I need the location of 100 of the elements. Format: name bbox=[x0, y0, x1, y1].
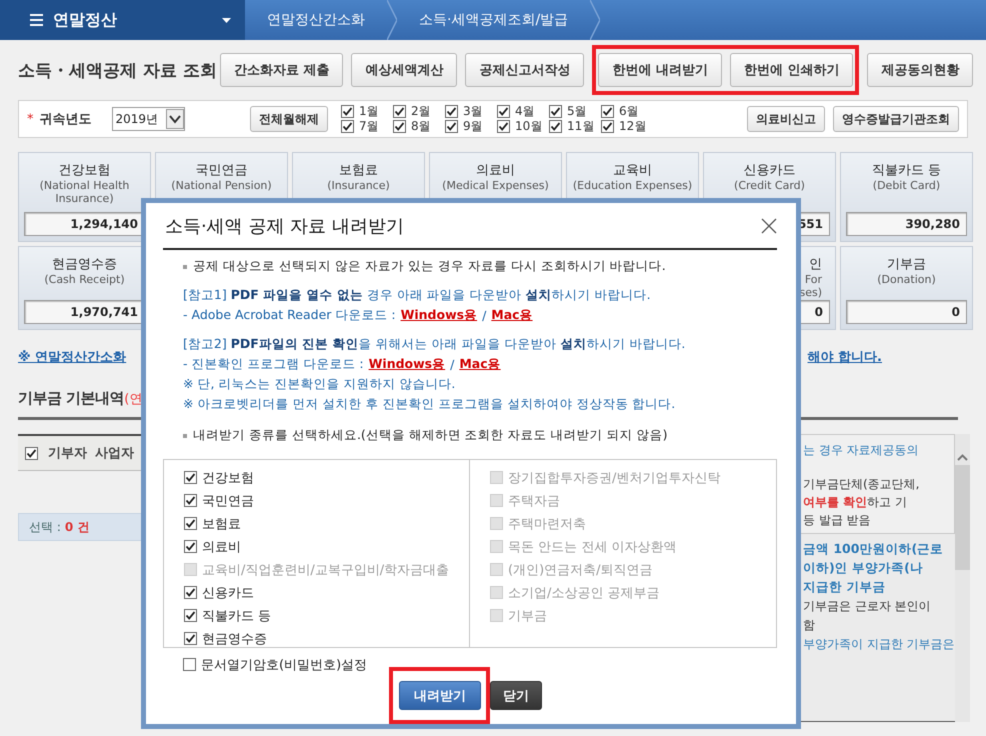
dialog-notice: 공제 대상으로 선택되지 않은 자료가 있는 경우 자료를 다시 조회하시기 바랍니다. bbox=[193, 258, 666, 275]
download-label: - 진본확인 프로그램 다운로드 : bbox=[183, 356, 364, 373]
reference-note: ※ 단, 리눅스는 진본확인을 지원하지 않습니다. bbox=[183, 376, 456, 393]
card-subtitle: (Credit Card) bbox=[734, 179, 805, 192]
info-text: 기부금은 근로자 본인이 bbox=[803, 599, 932, 613]
checkbox[interactable] bbox=[183, 658, 196, 671]
checkbox[interactable] bbox=[184, 609, 197, 622]
checkbox[interactable] bbox=[549, 120, 562, 133]
dialog-button[interactable]: 닫기 bbox=[490, 681, 542, 710]
card-subtitle: (Debit Card) bbox=[872, 179, 940, 192]
close-button[interactable] bbox=[761, 218, 777, 234]
month-label: 12월 bbox=[619, 118, 646, 135]
summary-card[interactable]: 직불카드 등 (Debit Card) 390,280 bbox=[840, 152, 973, 242]
option-label: 주택마련저축 bbox=[508, 516, 586, 532]
month-label: 11월 bbox=[567, 118, 594, 135]
breadcrumb-link[interactable]: 연말정산간소화 bbox=[267, 11, 365, 29]
amount-field: 0 bbox=[846, 300, 967, 324]
checkbox[interactable] bbox=[549, 105, 562, 118]
info-text: 이하)인 부양가족(나 bbox=[803, 561, 924, 575]
checkbox[interactable] bbox=[184, 540, 197, 553]
month-label: 7월 bbox=[359, 118, 379, 135]
month-label: 4월 bbox=[515, 103, 535, 120]
checkbox[interactable] bbox=[601, 105, 614, 118]
info-text: 등 발급 받음 bbox=[803, 513, 872, 527]
dialog-button[interactable]: 내려받기 bbox=[399, 681, 481, 710]
checkbox[interactable] bbox=[497, 120, 510, 133]
month-label: 1월 bbox=[359, 103, 379, 120]
download-link[interactable]: Windows용 bbox=[368, 356, 446, 373]
scrollbar[interactable] bbox=[954, 434, 970, 722]
option-label: 교육비/직업훈련비/교복구입비/학자금대출 bbox=[202, 562, 450, 578]
card-title: 인 bbox=[809, 256, 823, 273]
option-label: 국민연금 bbox=[202, 492, 254, 510]
bullet-icon bbox=[183, 264, 187, 268]
breadcrumb-link[interactable]: 소득·세액공제조회/발급 bbox=[419, 11, 568, 29]
checkbox[interactable] bbox=[341, 120, 354, 133]
info-text: 지급한 기부금 bbox=[803, 580, 886, 594]
download-link[interactable]: Mac용 bbox=[491, 307, 533, 324]
option-label: 직불카드 등 bbox=[202, 608, 272, 624]
toolbar-button[interactable]: 예상세액계산 bbox=[351, 53, 458, 87]
card-title: 건강보험 bbox=[58, 162, 110, 179]
column-header: 사업자 bbox=[94, 445, 135, 462]
card-title: 교육비 bbox=[613, 162, 652, 179]
section-title: 기부금 기본내역 bbox=[18, 389, 124, 407]
card-title: 보험료 bbox=[339, 162, 378, 179]
year-label: 귀속년도 bbox=[40, 111, 92, 128]
toolbar-button[interactable]: 간소화자료 제출 bbox=[220, 53, 344, 87]
card-title: 직불카드 등 bbox=[872, 162, 942, 179]
checkbox[interactable] bbox=[393, 105, 406, 118]
info-text: 여부를 확인하고 기 bbox=[803, 495, 908, 509]
option-label: 건강보험 bbox=[202, 470, 254, 486]
info-text: 금액 100만원이하(근로 bbox=[803, 542, 944, 556]
toolbar-button[interactable]: 한번에 내려받기 bbox=[598, 53, 722, 87]
download-link[interactable]: Mac용 bbox=[459, 356, 501, 373]
card-title: 국민연금 bbox=[196, 162, 248, 179]
checkbox[interactable] bbox=[184, 586, 197, 599]
checkbox[interactable] bbox=[445, 105, 458, 118]
download-link[interactable]: Windows용 bbox=[400, 307, 478, 324]
menu-dropdown[interactable]: 연말정산 bbox=[0, 0, 245, 40]
checkbox[interactable] bbox=[497, 105, 510, 118]
card-subtitle: (Donation) bbox=[877, 273, 936, 286]
month-label: 3월 bbox=[463, 103, 483, 120]
summary-card[interactable]: 건강보험 (National Health Insurance) 1,294,140 bbox=[18, 152, 151, 242]
checkbox[interactable] bbox=[445, 120, 458, 133]
year-select[interactable]: 2019년 bbox=[112, 107, 186, 131]
notice-link[interactable]: 해야 합니다. bbox=[808, 348, 882, 366]
toolbar-button[interactable]: 공제신고서작성 bbox=[465, 53, 584, 87]
bullet-icon bbox=[183, 434, 187, 438]
scroll-up-icon[interactable] bbox=[956, 454, 968, 461]
chevron-icon bbox=[590, 0, 600, 40]
checkbox[interactable] bbox=[184, 632, 197, 645]
dropdown-icon bbox=[166, 109, 184, 129]
amount-field: 390,280 bbox=[846, 212, 967, 236]
toolbar-button[interactable]: 한번에 인쇄하기 bbox=[730, 53, 854, 87]
info-text: 함 bbox=[803, 618, 816, 632]
summary-card[interactable]: 기부금 (Donation) 0 bbox=[840, 246, 973, 330]
reference-note: ※ 아크로벳리더를 먼저 설치한 후 진본확인 프로그램을 설치하여야 정상작동 합니다. bbox=[183, 396, 676, 413]
notice-link[interactable]: ※ 연말정산간소화 bbox=[18, 348, 126, 366]
toolbar-button[interactable]: 제공동의현황 bbox=[867, 53, 974, 87]
card-subtitle: (National Health bbox=[40, 179, 130, 192]
checkbox[interactable] bbox=[184, 494, 197, 507]
checkbox[interactable] bbox=[393, 120, 406, 133]
option-label: 의료비 bbox=[202, 538, 241, 556]
select-all-checkbox[interactable] bbox=[24, 446, 38, 460]
checkbox[interactable] bbox=[184, 517, 197, 530]
card-subtitle: (National Pension) bbox=[171, 179, 272, 192]
checkbox[interactable] bbox=[601, 120, 614, 133]
menu-title: 연말정산 bbox=[53, 10, 118, 30]
month-label: 10월 bbox=[515, 118, 542, 135]
filter-button[interactable]: 의료비신고 bbox=[747, 106, 825, 132]
clear-months-button[interactable]: 전체월해제 bbox=[250, 106, 328, 132]
reference-text: [참고1] PDF 파일을 열수 없는 경우 아래 파일을 다운받아 설치하시기 바랍니다. bbox=[183, 287, 652, 304]
card-subtitle: (Education Expenses) bbox=[572, 179, 692, 192]
checkbox[interactable] bbox=[341, 105, 354, 118]
link-separator: / bbox=[482, 308, 486, 323]
filter-button[interactable]: 영수증발급기관조회 bbox=[833, 106, 959, 132]
checkbox[interactable] bbox=[184, 471, 197, 484]
card-subtitle: (Cash Receipt) bbox=[44, 273, 125, 286]
option-label: 목돈 안드는 전세 이자상환액 bbox=[508, 538, 676, 556]
card-subtitle: Insurance) bbox=[55, 192, 114, 205]
option-label: 문서열기암호(비밀번호)설정 bbox=[201, 656, 368, 674]
